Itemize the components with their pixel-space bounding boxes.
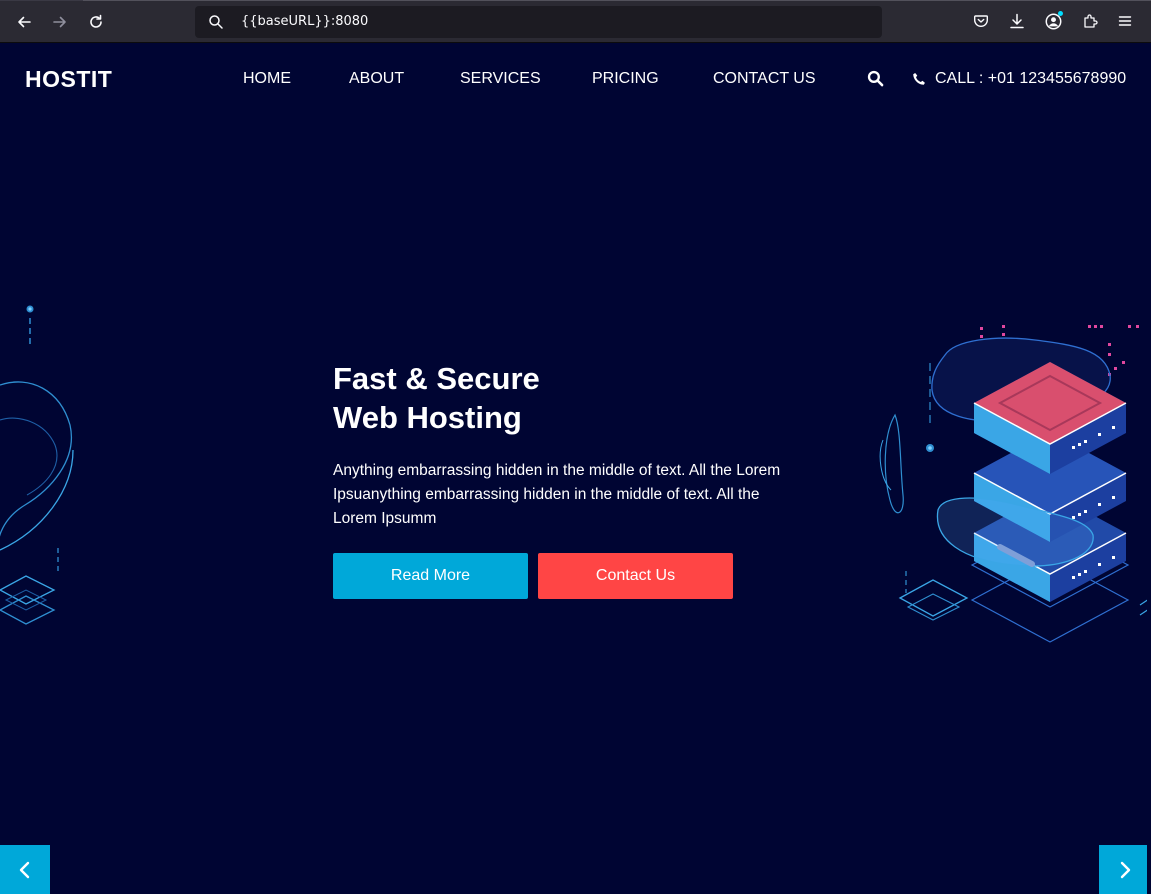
downloads-button[interactable] bbox=[1007, 11, 1027, 31]
reload-button[interactable] bbox=[83, 9, 109, 35]
hero-title: Fast & Secure Web Hosting bbox=[333, 359, 753, 437]
nav-home[interactable]: HOME bbox=[243, 70, 291, 88]
tab-strip-segment bbox=[83, 0, 1151, 1]
url-text[interactable]: {{baseURL}}:8080 bbox=[241, 13, 368, 31]
pocket-icon bbox=[974, 15, 988, 27]
download-icon bbox=[1010, 13, 1024, 29]
nav-services[interactable]: SERVICES bbox=[460, 70, 541, 88]
nav-about[interactable]: ABOUT bbox=[349, 70, 404, 88]
extensions-button[interactable] bbox=[1080, 11, 1100, 31]
hero-description: Anything embarrassing hidden in the midd… bbox=[333, 462, 781, 527]
contact-us-button[interactable]: Contact Us bbox=[538, 553, 733, 599]
search-icon bbox=[209, 15, 223, 29]
chevron-right-icon bbox=[1120, 861, 1131, 878]
read-more-button[interactable]: Read More bbox=[333, 553, 528, 599]
site-search-button[interactable] bbox=[867, 70, 885, 88]
tab-strip-line bbox=[0, 0, 1151, 1]
browser-toolbar: {{baseURL}}:8080 bbox=[0, 0, 1151, 43]
call-text: CALL : +01 123455678990 bbox=[935, 70, 1127, 87]
chevron-left-icon bbox=[19, 861, 30, 878]
server-illustration bbox=[879, 325, 1150, 643]
url-bar[interactable]: {{baseURL}}:8080 bbox=[195, 6, 882, 38]
menu-icon bbox=[1118, 16, 1132, 26]
back-icon bbox=[18, 16, 31, 28]
extensions-icon bbox=[1084, 14, 1098, 28]
hero-title-line-2: Web Hosting bbox=[333, 400, 522, 435]
page-scrollbar[interactable] bbox=[1147, 43, 1151, 894]
forward-button[interactable] bbox=[47, 9, 73, 35]
call-info[interactable]: CALL : +01 123455678990 bbox=[912, 70, 1126, 88]
left-decoration bbox=[0, 305, 74, 625]
brand-logo[interactable]: HOSTIT bbox=[25, 66, 112, 93]
slider-prev-button[interactable] bbox=[0, 845, 50, 894]
hero-title-line-1: Fast & Secure bbox=[333, 361, 540, 396]
nav-contact-us[interactable]: CONTACT US bbox=[713, 70, 816, 88]
notification-dot bbox=[1058, 11, 1063, 16]
reload-icon bbox=[90, 14, 102, 28]
account-button[interactable] bbox=[1043, 11, 1063, 31]
slider-next-button[interactable] bbox=[1099, 845, 1151, 894]
pocket-button[interactable] bbox=[971, 11, 991, 31]
forward-icon bbox=[53, 16, 66, 28]
search-icon bbox=[867, 70, 884, 87]
nav-pricing[interactable]: PRICING bbox=[592, 70, 659, 88]
back-button[interactable] bbox=[11, 9, 37, 35]
phone-icon bbox=[913, 73, 925, 85]
app-menu-button[interactable] bbox=[1115, 11, 1135, 31]
